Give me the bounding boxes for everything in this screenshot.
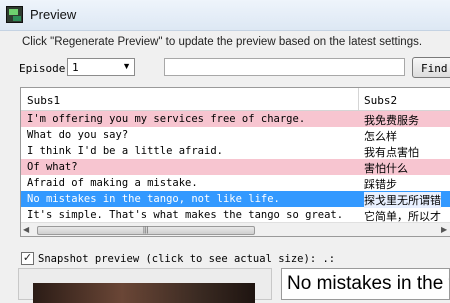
scrollbar-thumb[interactable]: ||| <box>37 226 255 235</box>
snapshot-checkbox[interactable]: ✓ <box>21 252 34 265</box>
subtitle-preview-box: No mistakes in the tango, not like life. <box>281 268 450 300</box>
window-title: Preview <box>30 7 77 22</box>
snapshot-label: Snapshot preview (click to see actual si… <box>38 253 336 265</box>
subs2-cell: 我免费服务 <box>364 114 419 127</box>
episode-label: Episode: <box>19 62 72 75</box>
subs1-cell: What do you say? <box>27 129 129 141</box>
subs2-cell: 害怕什么 <box>364 162 408 175</box>
subs2-cell: 探戈里无所谓错 <box>364 192 441 208</box>
table-row[interactable]: I'm offering you my services free of cha… <box>21 111 450 127</box>
subtitle-preview-text: No mistakes in the tango, not like life. <box>287 273 449 294</box>
table-row[interactable]: Afraid of making a mistake. 踩错步 <box>21 175 450 191</box>
find-input[interactable] <box>164 58 405 76</box>
chevron-down-icon: ▼ <box>122 61 131 71</box>
find-button[interactable]: Find <box>412 57 450 78</box>
horizontal-scrollbar[interactable]: ◀ ||| ▶ <box>21 222 450 236</box>
subs2-cell: 怎么样 <box>364 130 397 143</box>
scroll-left-icon[interactable]: ◀ <box>23 225 29 234</box>
video-frame-thumbnail[interactable] <box>33 283 255 303</box>
grip-icon: ||| <box>143 227 149 234</box>
table-header: Subs1 Subs2 <box>21 88 450 111</box>
table-row-selected[interactable]: No mistakes in the tango, not like life.… <box>21 191 450 208</box>
scroll-right-icon[interactable]: ▶ <box>441 225 447 234</box>
table-row[interactable]: I think I'd be a little afraid. 我有点害怕 <box>21 143 450 159</box>
subs2-cell: 我有点害怕 <box>364 146 419 159</box>
column-header-subs1[interactable]: Subs1 <box>27 94 60 107</box>
subs2-cell: 踩错步 <box>364 178 397 191</box>
title-bar: Preview <box>0 0 450 31</box>
subs1-cell: I think I'd be a little afraid. <box>27 145 223 157</box>
instruction-text: Click "Regenerate Preview" to update the… <box>22 36 423 48</box>
subs1-cell: Afraid of making a mistake. <box>27 177 198 189</box>
subtitle-table: Subs1 Subs2 I'm offering you my services… <box>20 87 450 237</box>
subs1-cell: It's simple. That's what makes the tango… <box>27 209 344 221</box>
snapshot-preview[interactable] <box>18 268 272 303</box>
table-row[interactable]: It's simple. That's what makes the tango… <box>21 207 450 223</box>
episode-value: 1 <box>72 61 79 74</box>
subs1-cell: I'm offering you my services free of cha… <box>27 113 306 125</box>
app-icon <box>6 6 23 23</box>
table-row[interactable]: Of what? 害怕什么 <box>21 159 450 175</box>
table-row[interactable]: What do you say? 怎么样 <box>21 127 450 143</box>
episode-dropdown[interactable]: 1 ▼ <box>67 58 135 76</box>
subs1-cell: No mistakes in the tango, not like life. <box>27 193 280 205</box>
column-divider[interactable] <box>358 88 359 110</box>
column-header-subs2[interactable]: Subs2 <box>364 94 397 107</box>
subs1-cell: Of what? <box>27 161 78 173</box>
